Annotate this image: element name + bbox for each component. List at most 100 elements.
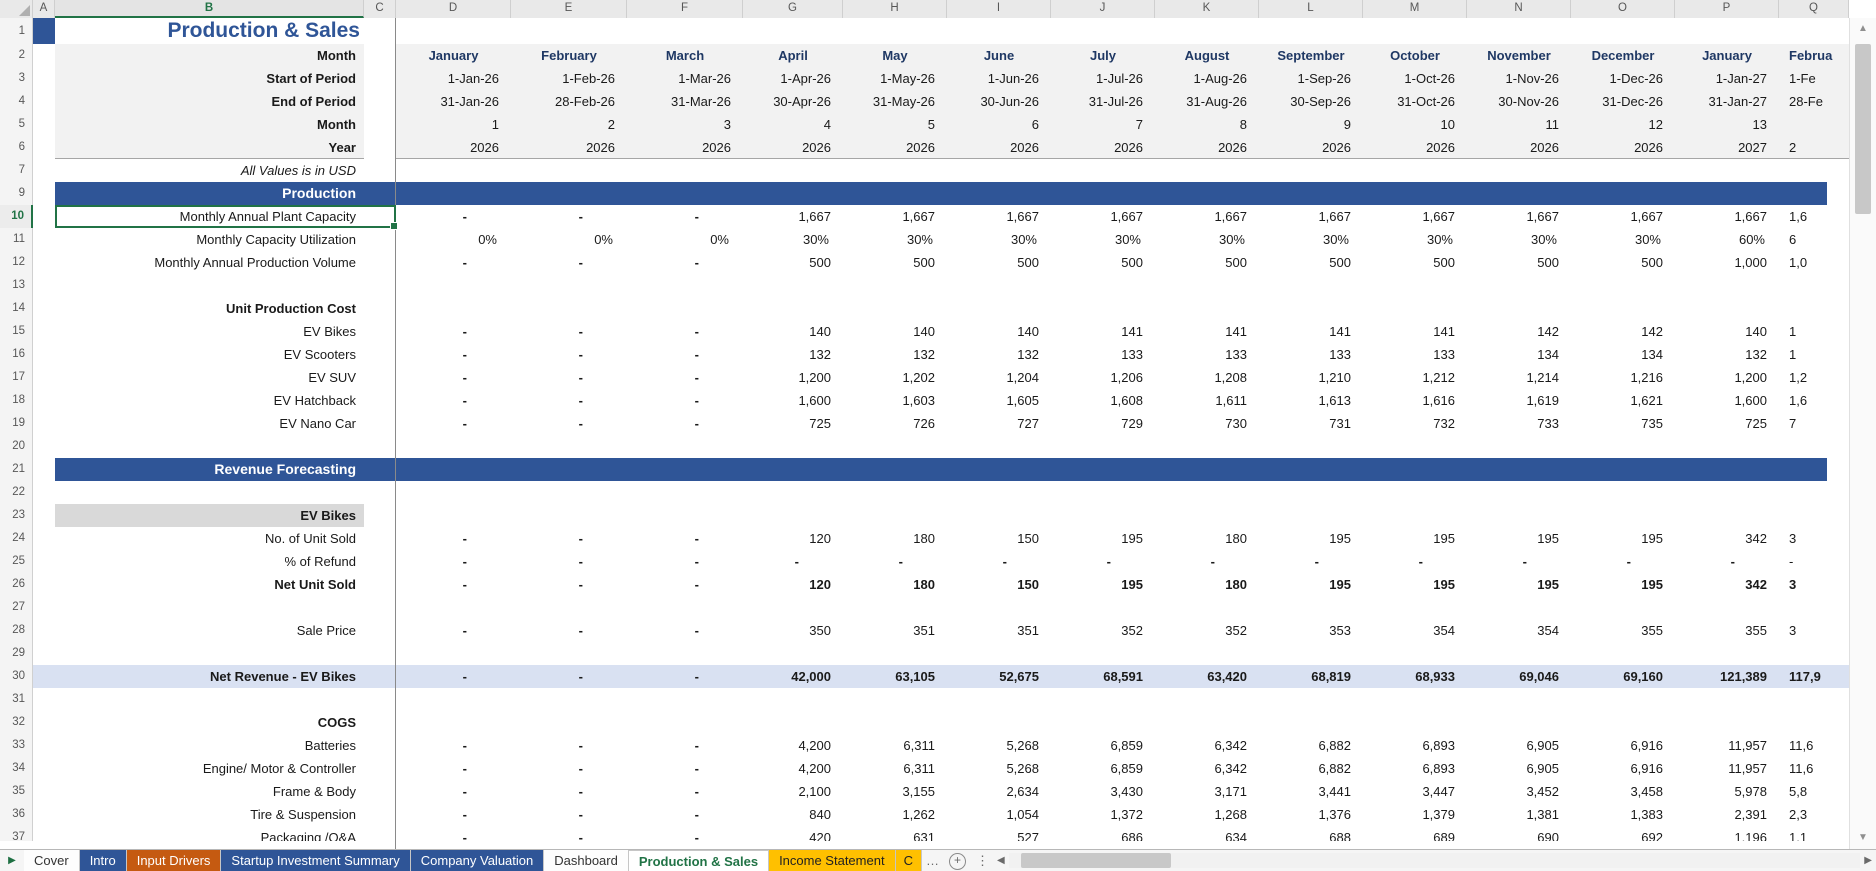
row-header-12[interactable]: 12: [0, 251, 33, 274]
cell-C12[interactable]: [364, 251, 396, 274]
cell-N3[interactable]: 1-Nov-26: [1467, 67, 1571, 90]
cell-F37[interactable]: -: [627, 826, 743, 841]
cell-A5[interactable]: [33, 113, 55, 136]
cell-B18-label[interactable]: EV Hatchback: [55, 389, 364, 412]
cell-E18[interactable]: -: [511, 389, 627, 412]
cell-E26[interactable]: -: [511, 573, 627, 596]
row-header-9[interactable]: 9: [0, 182, 33, 205]
cell-A7[interactable]: [33, 159, 55, 182]
cell-B11-label[interactable]: Monthly Capacity Utilization: [55, 228, 364, 251]
cell-I12[interactable]: 500: [947, 251, 1051, 274]
row-header-32[interactable]: 32: [0, 711, 33, 734]
cell-M24[interactable]: 195: [1363, 527, 1467, 550]
cell-G10[interactable]: 1,667: [743, 205, 843, 228]
cell-L37[interactable]: 688: [1259, 826, 1363, 841]
cell-B12-label[interactable]: Monthly Annual Production Volume: [55, 251, 364, 274]
cell-O30[interactable]: 69,160: [1571, 665, 1675, 688]
cell-A15[interactable]: [33, 320, 55, 343]
column-header-N[interactable]: N: [1467, 0, 1571, 18]
row-header-6[interactable]: 6: [0, 136, 33, 159]
sheet-tab-intro[interactable]: Intro: [80, 850, 127, 871]
column-header-L[interactable]: L: [1259, 0, 1363, 18]
cell-P15[interactable]: 140: [1675, 320, 1779, 343]
cell-M12[interactable]: 500: [1363, 251, 1467, 274]
cell-I11[interactable]: 30%: [947, 228, 1051, 251]
cell-M19[interactable]: 732: [1363, 412, 1467, 435]
sheet-tab-company-valuation[interactable]: Company Valuation: [411, 850, 545, 871]
cell-B3-label[interactable]: Start of Period: [55, 67, 364, 90]
cell-G28[interactable]: 350: [743, 619, 843, 642]
cell-E15[interactable]: -: [511, 320, 627, 343]
cell-M3[interactable]: 1-Oct-26: [1363, 67, 1467, 90]
cell-A12[interactable]: [33, 251, 55, 274]
cell-F26[interactable]: -: [627, 573, 743, 596]
cell-D30[interactable]: -: [396, 665, 511, 688]
cell-C5[interactable]: [364, 113, 396, 136]
column-header-G[interactable]: G: [743, 0, 843, 18]
cell-G11[interactable]: 30%: [743, 228, 843, 251]
cell-H6[interactable]: 2026: [843, 136, 947, 159]
row-filler[interactable]: [33, 481, 1827, 504]
cell-C3[interactable]: [364, 67, 396, 90]
cell-O36[interactable]: 1,383: [1571, 803, 1675, 826]
cell-N35[interactable]: 3,452: [1467, 780, 1571, 803]
cell-D19[interactable]: -: [396, 412, 511, 435]
cell-P28[interactable]: 355: [1675, 619, 1779, 642]
cell-M15[interactable]: 141: [1363, 320, 1467, 343]
row-filler[interactable]: [33, 435, 1827, 458]
cell-F24[interactable]: -: [627, 527, 743, 550]
row-filler[interactable]: [364, 297, 1827, 320]
cell-J28[interactable]: 352: [1051, 619, 1155, 642]
cell-O33[interactable]: 6,916: [1571, 734, 1675, 757]
column-header-A[interactable]: A: [33, 0, 55, 18]
cell-J36[interactable]: 1,372: [1051, 803, 1155, 826]
cell-H34[interactable]: 6,311: [843, 757, 947, 780]
cell-O28[interactable]: 355: [1571, 619, 1675, 642]
cell-P34[interactable]: 11,957: [1675, 757, 1779, 780]
cell-P37[interactable]: 1,196: [1675, 826, 1779, 841]
cell-B34-label[interactable]: Engine/ Motor & Controller: [55, 757, 364, 780]
cell-Q18[interactable]: 1,6: [1779, 389, 1849, 412]
vertical-scroll-thumb[interactable]: [1855, 44, 1871, 214]
cell-F2[interactable]: March: [627, 44, 743, 67]
cell-L5[interactable]: 9: [1259, 113, 1363, 136]
cell-B14-label[interactable]: Unit Production Cost: [55, 297, 364, 320]
cell-M2[interactable]: October: [1363, 44, 1467, 67]
cell-C34[interactable]: [364, 757, 396, 780]
row-header-15[interactable]: 15: [0, 320, 33, 343]
cell-N34[interactable]: 6,905: [1467, 757, 1571, 780]
cell-M17[interactable]: 1,212: [1363, 366, 1467, 389]
cell-A32[interactable]: [33, 711, 55, 734]
cell-B16-label[interactable]: EV Scooters: [55, 343, 364, 366]
row-header-10[interactable]: 10: [0, 205, 33, 228]
cell-J4[interactable]: 31-Jul-26: [1051, 90, 1155, 113]
cell-F36[interactable]: -: [627, 803, 743, 826]
cell-I18[interactable]: 1,605: [947, 389, 1051, 412]
cell-K28[interactable]: 352: [1155, 619, 1259, 642]
cell-C28[interactable]: [364, 619, 396, 642]
cell-N25[interactable]: -: [1467, 550, 1571, 573]
cell-I17[interactable]: 1,204: [947, 366, 1051, 389]
row-header-21[interactable]: 21: [0, 458, 33, 481]
cell-B23-label[interactable]: EV Bikes: [55, 504, 364, 527]
cell-F34[interactable]: -: [627, 757, 743, 780]
cell-M28[interactable]: 354: [1363, 619, 1467, 642]
sheet-tab-income-statement[interactable]: Income Statement: [769, 850, 896, 871]
cell-B4-label[interactable]: End of Period: [55, 90, 364, 113]
cell-D4[interactable]: 31-Jan-26: [396, 90, 511, 113]
row-header-3[interactable]: 3: [0, 67, 33, 90]
cell-L16[interactable]: 133: [1259, 343, 1363, 366]
cell-N33[interactable]: 6,905: [1467, 734, 1571, 757]
cell-G3[interactable]: 1-Apr-26: [743, 67, 843, 90]
cell-Q11[interactable]: 6: [1779, 228, 1849, 251]
cell-G4[interactable]: 30-Apr-26: [743, 90, 843, 113]
cell-A4[interactable]: [33, 90, 55, 113]
cell-E4[interactable]: 28-Feb-26: [511, 90, 627, 113]
cell-K33[interactable]: 6,342: [1155, 734, 1259, 757]
cell-B19-label[interactable]: EV Nano Car: [55, 412, 364, 435]
cell-P10[interactable]: 1,667: [1675, 205, 1779, 228]
row-header-26[interactable]: 26: [0, 573, 33, 596]
sheet-tab-startup-investment-summary[interactable]: Startup Investment Summary: [221, 850, 410, 871]
cell-G2[interactable]: April: [743, 44, 843, 67]
cell-F35[interactable]: -: [627, 780, 743, 803]
